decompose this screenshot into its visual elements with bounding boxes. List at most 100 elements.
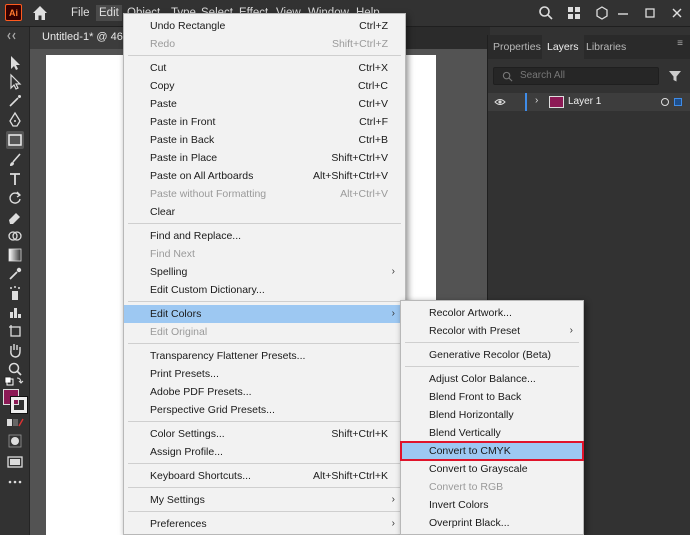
submenu-item-recolor-with-preset[interactable]: Recolor with Preset › (401, 322, 583, 340)
default-fill-stroke-icon[interactable] (3, 375, 25, 387)
search-icon[interactable] (538, 5, 554, 21)
menu-item-find-and-replace[interactable]: Find and Replace... (124, 227, 405, 245)
submenu-item-convert-to-cmyk[interactable]: Convert to CMYK (400, 441, 584, 461)
menu-item-keyboard-shortcuts[interactable]: Keyboard Shortcuts... Alt+Shift+Ctrl+K (124, 467, 405, 485)
menu-item-edit-colors[interactable]: Edit Colors › (124, 305, 405, 323)
home-icon[interactable] (30, 3, 50, 23)
menu-item-shortcut: Ctrl+Z (359, 20, 388, 32)
arrange-documents-icon[interactable] (566, 5, 582, 21)
app-logo[interactable]: Ai (5, 4, 22, 21)
symbol-sprayer-tool-icon[interactable] (6, 284, 24, 302)
menu-item-label: Adobe PDF Presets... (150, 386, 252, 398)
menu-item-edit-original[interactable]: Edit Original (124, 323, 405, 341)
target-icon[interactable] (660, 97, 670, 107)
submenu-item-adjust-color-balance[interactable]: Adjust Color Balance... (401, 370, 583, 388)
collapse-toolbar-icon[interactable] (6, 31, 24, 41)
type-tool-icon[interactable] (6, 170, 24, 188)
gradient-tool-icon[interactable] (6, 246, 24, 264)
minimize-icon[interactable] (615, 5, 631, 21)
shape-builder-tool-icon[interactable] (6, 227, 24, 245)
menu-separator (128, 421, 401, 422)
panel-menu-icon[interactable]: ≡ (677, 38, 683, 49)
layer-name[interactable]: Layer 1 (568, 96, 601, 107)
rectangle-tool-icon[interactable] (6, 131, 24, 149)
menu-item-shortcut: Alt+Shift+Ctrl+K (313, 470, 388, 482)
submenu-item-recolor-artwork[interactable]: Recolor Artwork... (401, 304, 583, 322)
menu-item-paste-in-front[interactable]: Paste in Front Ctrl+F (124, 113, 405, 131)
menu-item-color-settings[interactable]: Color Settings... Shift+Ctrl+K (124, 425, 405, 443)
menu-item-paste[interactable]: Paste Ctrl+V (124, 95, 405, 113)
menu-item-paste-in-place[interactable]: Paste in Place Shift+Ctrl+V (124, 149, 405, 167)
submenu-item-convert-to-rgb[interactable]: Convert to RGB (401, 478, 583, 496)
menu-item-cut[interactable]: Cut Ctrl+X (124, 59, 405, 77)
tab-libraries[interactable]: Libraries (581, 35, 631, 59)
document-tab[interactable]: Untitled-1* @ 46.98 (30, 27, 125, 49)
submenu-item-convert-to-grayscale[interactable]: Convert to Grayscale (401, 460, 583, 478)
menu-item-undo-rectangle[interactable]: Undo Rectangle Ctrl+Z (124, 17, 405, 35)
menu-item-shortcut: Ctrl+B (358, 134, 388, 146)
submenu-item-invert-colors[interactable]: Invert Colors (401, 496, 583, 514)
layer-row[interactable]: › Layer 1 (488, 93, 690, 111)
submenu-item-label: Convert to CMYK (429, 445, 511, 457)
stroke-color-swatch[interactable] (10, 396, 28, 414)
paintbrush-tool-icon[interactable] (6, 151, 24, 169)
submenu-item-blend-vertically[interactable]: Blend Vertically (401, 424, 583, 442)
more-tools-icon[interactable] (6, 477, 24, 487)
menu-item-my-settings[interactable]: My Settings › (124, 491, 405, 509)
menu-item-shortcut: Ctrl+V (358, 98, 388, 110)
artboard-tool-icon[interactable] (6, 322, 24, 340)
selection-indicator[interactable] (674, 98, 682, 106)
menu-item-spelling[interactable]: Spelling › (124, 263, 405, 281)
menu-separator (128, 301, 401, 302)
graph-tool-icon[interactable] (6, 303, 24, 321)
menu-item-shortcut: Shift+Ctrl+Z (331, 38, 388, 50)
panel-tabs: Properties Layers Libraries ≡ (488, 35, 690, 59)
menu-item-clear[interactable]: Clear (124, 203, 405, 221)
menu-file[interactable]: File (68, 5, 93, 21)
tab-properties[interactable]: Properties (488, 35, 546, 59)
menu-item-find-next[interactable]: Find Next (124, 245, 405, 263)
menu-item-edit-custom-dictionary[interactable]: Edit Custom Dictionary... (124, 281, 405, 299)
direct-selection-tool-icon[interactable] (6, 73, 24, 91)
submenu-item-label: Recolor Artwork... (429, 307, 512, 319)
menu-item-print-presets[interactable]: Print Presets... (124, 365, 405, 383)
submenu-item-blend-horizontally[interactable]: Blend Horizontally (401, 406, 583, 424)
menu-item-adobe-pdf-presets[interactable]: Adobe PDF Presets... (124, 383, 405, 401)
close-icon[interactable] (669, 5, 685, 21)
menu-item-paste-in-back[interactable]: Paste in Back Ctrl+B (124, 131, 405, 149)
tab-layers[interactable]: Layers (542, 35, 584, 59)
filter-icon[interactable] (668, 69, 682, 83)
pen-tool-icon[interactable] (6, 111, 24, 129)
maximize-icon[interactable] (642, 5, 658, 21)
menu-item-preferences[interactable]: Preferences › (124, 515, 405, 533)
eraser-tool-icon[interactable] (6, 208, 24, 226)
menu-item-perspective-grid-presets[interactable]: Perspective Grid Presets... (124, 401, 405, 419)
menu-item-redo[interactable]: Redo Shift+Ctrl+Z (124, 35, 405, 53)
menu-item-label: Perspective Grid Presets... (150, 404, 275, 416)
menu-item-copy[interactable]: Copy Ctrl+C (124, 77, 405, 95)
gpu-preview-icon[interactable] (594, 5, 610, 21)
rotate-tool-icon[interactable] (6, 189, 24, 207)
menu-separator (128, 55, 401, 56)
magic-wand-tool-icon[interactable] (6, 92, 24, 110)
visibility-eye-icon[interactable] (494, 97, 506, 107)
menu-item-paste-without-formatting[interactable]: Paste without Formatting Alt+Ctrl+V (124, 185, 405, 203)
layer-search-input[interactable]: Search All (493, 67, 659, 85)
menu-item-label: Redo (150, 38, 176, 50)
submenu-item-label: Blend Horizontally (429, 409, 514, 421)
edit-colors-submenu: Recolor Artwork... Recolor with Preset › Ge… (400, 300, 584, 535)
menu-item-paste-on-all-artboards[interactable]: Paste on All Artboards Alt+Shift+Ctrl+V (124, 167, 405, 185)
submenu-item-overprint-black[interactable]: Overprint Black... (401, 514, 583, 532)
drawing-mode-icon[interactable] (6, 432, 24, 450)
hand-tool-icon[interactable] (6, 341, 24, 359)
menu-item-transparency-flattener-presets[interactable]: Transparency Flattener Presets... (124, 347, 405, 365)
screen-mode-icon[interactable] (6, 453, 24, 471)
submenu-item-generative-recolor-beta[interactable]: Generative Recolor (Beta) (401, 346, 583, 364)
eyedropper-tool-icon[interactable] (6, 265, 24, 283)
menu-edit[interactable]: Edit (96, 5, 122, 21)
selection-tool-icon[interactable] (6, 54, 24, 72)
color-mode-icons[interactable] (6, 417, 24, 429)
menu-item-assign-profile[interactable]: Assign Profile... (124, 443, 405, 461)
submenu-item-blend-front-to-back[interactable]: Blend Front to Back (401, 388, 583, 406)
expand-chevron-icon[interactable]: › (535, 95, 538, 106)
